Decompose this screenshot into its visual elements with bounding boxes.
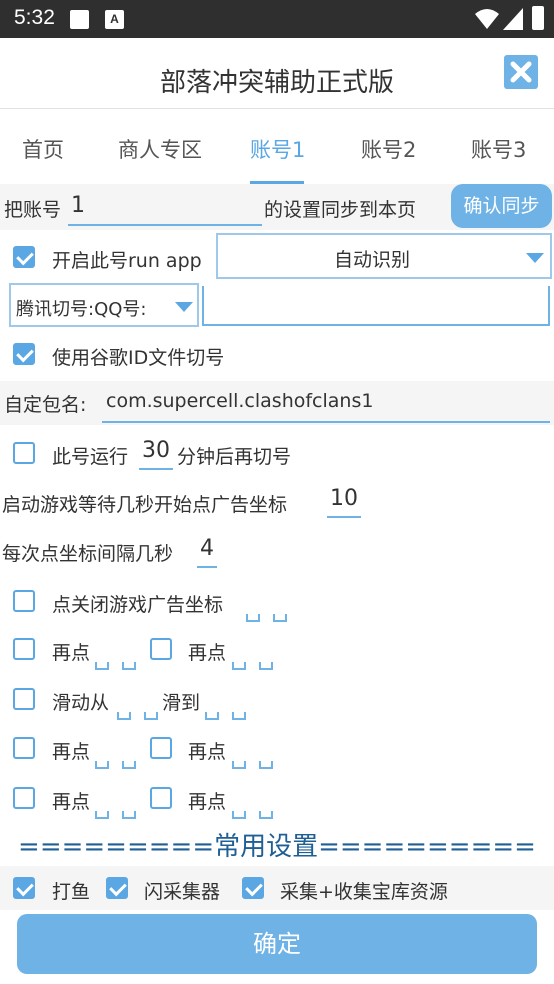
google-id-label: 使用谷歌ID文件切号	[52, 347, 225, 369]
run-minutes-label-post: 分钟后再切号	[177, 446, 292, 468]
fish-checkbox[interactable]	[13, 877, 35, 899]
tab-account-1[interactable]: 账号1	[250, 134, 305, 164]
click-4-checkbox[interactable]	[150, 737, 172, 759]
notification-icon	[70, 10, 89, 29]
click-5-checkbox[interactable]	[13, 787, 35, 809]
click-2-y-input[interactable]	[259, 662, 273, 670]
close-ad-label: 点关闭游戏广告坐标	[52, 594, 224, 616]
battery-icon	[532, 6, 544, 30]
swipe-checkbox[interactable]	[13, 688, 35, 710]
click-2-checkbox[interactable]	[150, 638, 172, 660]
run-app-select-value: 自动识别	[333, 249, 410, 271]
run-minutes-label-pre: 此号运行	[52, 446, 129, 468]
status-time: 5:32	[14, 6, 55, 29]
click-3-y-input[interactable]	[122, 761, 136, 769]
click-1-y-input[interactable]	[122, 662, 136, 670]
click-3-label: 再点	[52, 741, 91, 763]
interval-input[interactable]: 4	[197, 534, 217, 568]
swipe-to-x-input[interactable]	[205, 712, 219, 720]
swipe-to-label: 滑到	[162, 692, 201, 714]
tab-home[interactable]: 首页	[22, 134, 64, 164]
click-4-y-input[interactable]	[259, 761, 273, 769]
google-id-checkbox[interactable]	[13, 343, 35, 365]
chevron-down-icon	[175, 302, 193, 312]
collect-resources-label: 采集+收集宝库资源	[280, 881, 448, 903]
swipe-from-label: 滑动从	[52, 692, 110, 714]
click-3-x-input[interactable]	[95, 761, 109, 769]
click-6-y-input[interactable]	[259, 811, 273, 819]
click-5-x-input[interactable]	[95, 811, 109, 819]
sync-prefix: 把账号	[4, 199, 62, 221]
click-6-label: 再点	[188, 791, 227, 813]
swipe-from-x-input[interactable]	[117, 712, 131, 720]
confirm-sync-button[interactable]: 确认同步	[451, 184, 552, 228]
common-settings-header: =========常用设置==========	[18, 832, 536, 862]
qq-number-input[interactable]	[202, 286, 550, 326]
flash-collector-label: 闪采集器	[144, 881, 221, 903]
click-2-x-input[interactable]	[232, 662, 246, 670]
chevron-down-icon	[526, 253, 544, 263]
run-app-label: 开启此号run app	[52, 250, 202, 272]
close-ad-x-input[interactable]	[246, 614, 260, 622]
click-5-label: 再点	[52, 791, 91, 813]
page-title: 部落冲突辅助正式版	[159, 68, 394, 98]
signal-icon	[503, 8, 523, 30]
package-name-input[interactable]: com.supercell.clashofclans1	[102, 385, 550, 423]
click-1-x-input[interactable]	[95, 662, 109, 670]
tencent-switch-select[interactable]: 腾讯切号:QQ号:	[9, 283, 199, 327]
fish-label: 打鱼	[52, 881, 91, 903]
click-6-checkbox[interactable]	[150, 787, 172, 809]
flash-collector-checkbox[interactable]	[106, 877, 128, 899]
sync-suffix: 的设置同步到本页	[264, 199, 417, 221]
swipe-to-y-input[interactable]	[232, 712, 246, 720]
close-icon	[510, 61, 532, 83]
click-3-checkbox[interactable]	[13, 737, 35, 759]
click-1-checkbox[interactable]	[13, 638, 35, 660]
swipe-from-y-input[interactable]	[144, 712, 158, 720]
tab-account-2[interactable]: 账号2	[361, 134, 416, 164]
run-app-select[interactable]: 自动识别	[216, 233, 552, 279]
close-ad-checkbox[interactable]	[13, 590, 35, 612]
click-2-label: 再点	[188, 642, 227, 664]
keyboard-icon: A	[105, 10, 124, 29]
interval-label: 每次点坐标间隔几秒	[2, 543, 174, 565]
run-minutes-input[interactable]: 30	[139, 436, 173, 470]
close-ad-y-input[interactable]	[273, 614, 287, 622]
wifi-icon	[475, 9, 499, 29]
tab-merchant[interactable]: 商人专区	[118, 134, 202, 164]
click-6-x-input[interactable]	[232, 811, 246, 819]
click-4-label: 再点	[188, 741, 227, 763]
run-minutes-checkbox[interactable]	[13, 442, 35, 464]
click-5-y-input[interactable]	[122, 811, 136, 819]
package-label: 自定包名:	[4, 394, 87, 416]
wait-seconds-label: 启动游戏等待几秒开始点广告坐标	[2, 494, 288, 516]
wait-seconds-input[interactable]: 10	[327, 484, 361, 518]
run-app-checkbox[interactable]	[13, 246, 35, 268]
sync-account-input[interactable]: 1	[68, 190, 262, 226]
close-button[interactable]	[504, 55, 538, 89]
click-4-x-input[interactable]	[232, 761, 246, 769]
confirm-button[interactable]: 确定	[17, 914, 537, 974]
collect-resources-checkbox[interactable]	[242, 877, 264, 899]
tab-account-3[interactable]: 账号3	[471, 134, 526, 164]
click-1-label: 再点	[52, 642, 91, 664]
tencent-switch-value: 腾讯切号:QQ号:	[16, 299, 147, 320]
